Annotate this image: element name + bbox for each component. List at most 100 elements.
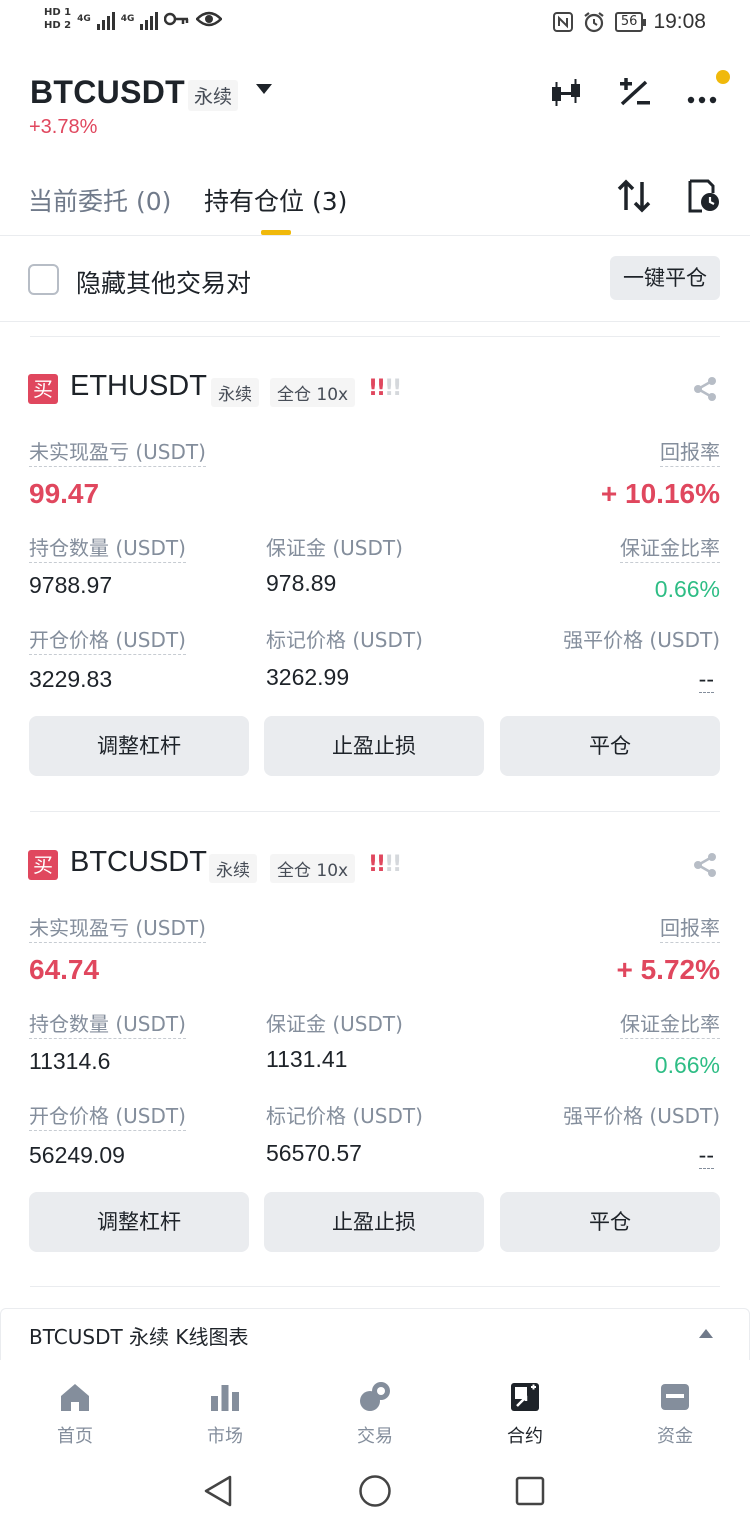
liquidation-price-value[interactable]: -- (698, 666, 714, 693)
home-icon (61, 1384, 89, 1411)
sort-icon[interactable] (616, 178, 652, 214)
close-all-button[interactable]: 一键平仓 (610, 256, 720, 300)
divider (30, 811, 720, 812)
liquidation-price-label: 强平价格 (USDT) (563, 628, 720, 652)
market-icon (211, 1385, 239, 1411)
tp-sl-button[interactable]: 止盈止损 (264, 1192, 484, 1252)
hide-other-pairs-checkbox[interactable] (28, 264, 59, 295)
entry-price-label[interactable]: 开仓价格 (USDT) (29, 1102, 186, 1131)
nav-item-wallet[interactable]: 资金 (600, 1360, 750, 1448)
trade-icon (360, 1382, 390, 1411)
mark-price-label: 标记价格 (USDT) (266, 1104, 423, 1128)
futures-icon (511, 1383, 539, 1411)
roe-label[interactable]: 回报率 (660, 914, 720, 943)
hd1-label: HD 1 (44, 7, 72, 18)
close-position-button[interactable]: 平仓 (500, 1192, 720, 1252)
perpetual-tag: 永续 (188, 80, 239, 111)
hd-indicator: HD 1 HD 2 (44, 6, 71, 32)
entry-price-value: 56249.09 (29, 1142, 125, 1168)
risk-level-icon: !!!! (368, 376, 402, 401)
margin-ratio-label[interactable]: 保证金比率 (620, 1010, 720, 1039)
position-size-label[interactable]: 持仓数量 (USDT) (29, 1010, 186, 1039)
tp-sl-button[interactable]: 止盈止损 (264, 716, 484, 776)
position-size-label[interactable]: 持仓数量 (USDT) (29, 534, 186, 563)
chevron-up-icon[interactable] (699, 1329, 713, 1338)
key-icon (164, 12, 189, 26)
nav-label-trade: 交易 (357, 1426, 393, 1447)
position-symbol[interactable]: ETHUSDT (70, 370, 207, 403)
eye-icon (196, 11, 223, 27)
divider (30, 336, 720, 337)
alarm-icon (584, 12, 604, 33)
position-size-value: 11314.6 (29, 1048, 111, 1074)
more-icon (687, 96, 717, 104)
margin-mode-tag: 全仓 10x (270, 854, 356, 883)
unrealized-pnl-label[interactable]: 未实现盈亏 (USDT) (29, 914, 206, 943)
margin-value: 978.89 (266, 570, 337, 596)
kline-chart-bar[interactable]: BTCUSDT 永续 K线图表 (0, 1308, 750, 1360)
active-tab-indicator (261, 230, 291, 235)
nav-item-home[interactable]: 首页 (0, 1360, 150, 1448)
tab-open-orders[interactable]: 当前委托 (0) (28, 182, 171, 218)
unrealized-pnl-label[interactable]: 未实现盈亏 (USDT) (29, 438, 206, 467)
liquidation-price-value[interactable]: -- (698, 1142, 714, 1169)
history-icon[interactable] (686, 178, 722, 214)
notification-dot (716, 70, 730, 84)
roe-value: + 5.72% (616, 954, 720, 985)
position-symbol[interactable]: BTCUSDT (70, 846, 207, 879)
recent-apps-icon[interactable] (515, 1476, 545, 1506)
signal-2-icon (140, 8, 159, 30)
adjust-leverage-button[interactable]: 调整杠杆 (29, 716, 249, 776)
adjust-leverage-button[interactable]: 调整杠杆 (29, 1192, 249, 1252)
network-2-label: 4G (120, 14, 135, 24)
mark-price-value: 56570.57 (266, 1140, 362, 1166)
header: BTCUSDT 永续 +3.78% (0, 70, 750, 150)
home-circle-icon[interactable] (358, 1474, 392, 1508)
more-button[interactable] (686, 70, 730, 108)
kline-chart-label: BTCUSDT 永续 K线图表 (29, 1325, 249, 1349)
unrealized-pnl-value: 64.74 (29, 954, 100, 985)
entry-price-label[interactable]: 开仓价格 (USDT) (29, 626, 186, 655)
nav-item-futures[interactable]: 合约 (450, 1360, 600, 1448)
margin-ratio-value: 0.66% (654, 576, 720, 602)
wallet-icon (661, 1384, 689, 1410)
margin-label: 保证金 (USDT) (266, 536, 403, 560)
position-card: 买 BTCUSDT 永续 全仓 10x !!!! 未实现盈亏 (USDT) 回报… (0, 846, 750, 1320)
roe-label[interactable]: 回报率 (660, 438, 720, 467)
percent-icon[interactable] (618, 78, 652, 108)
roe-value: + 10.16% (600, 478, 720, 509)
system-navigation-bar (0, 1452, 750, 1530)
margin-ratio-label[interactable]: 保证金比率 (620, 534, 720, 563)
tab-positions[interactable]: 持有仓位 (3) (204, 182, 347, 218)
signal-1-icon (96, 8, 115, 30)
share-icon[interactable] (692, 376, 718, 402)
hide-other-pairs-label: 隐藏其他交易对 (76, 269, 252, 298)
price-change: +3.78% (29, 116, 98, 138)
perpetual-tag: 永续 (209, 854, 257, 883)
back-icon[interactable] (202, 1474, 234, 1508)
risk-level-icon: !!!! (368, 852, 402, 877)
side-badge: 买 (28, 850, 58, 880)
share-icon[interactable] (692, 852, 718, 878)
nfc-icon (552, 12, 573, 32)
perpetual-tag: 永续 (211, 378, 259, 407)
margin-ratio-value: 0.66% (654, 1052, 720, 1078)
liquidation-price-label: 强平价格 (USDT) (563, 1104, 720, 1128)
network-1-label: 4G (77, 14, 91, 24)
nav-item-market[interactable]: 市场 (150, 1360, 300, 1448)
symbol-dropdown-icon[interactable] (256, 84, 272, 94)
nav-label-wallet: 资金 (657, 1426, 693, 1447)
side-badge: 买 (28, 374, 58, 404)
nav-label-home: 首页 (57, 1426, 93, 1447)
candlestick-icon[interactable] (550, 78, 584, 108)
margin-mode-tag: 全仓 10x (270, 378, 356, 407)
order-tabs: 当前委托 (0) 持有仓位 (3) (0, 170, 750, 236)
mark-price-label: 标记价格 (USDT) (266, 628, 423, 652)
clock: 19:08 (653, 10, 706, 33)
position-card: 买 ETHUSDT 永续 全仓 10x !!!! 未实现盈亏 (USDT) 回报… (0, 370, 750, 844)
close-position-button[interactable]: 平仓 (500, 716, 720, 776)
margin-value: 1131.41 (266, 1046, 348, 1072)
nav-label-market: 市场 (207, 1426, 243, 1447)
symbol-title[interactable]: BTCUSDT (30, 74, 185, 111)
nav-item-trade[interactable]: 交易 (300, 1360, 450, 1448)
